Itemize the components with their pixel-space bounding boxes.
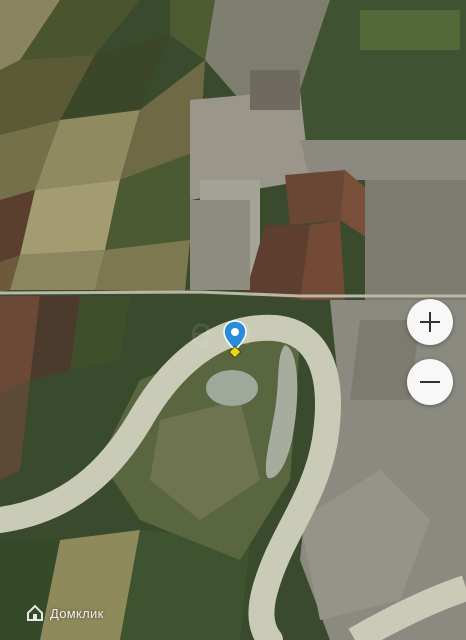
house-logo-icon — [27, 604, 43, 621]
lake-west — [206, 370, 258, 406]
minus-icon — [420, 381, 440, 383]
zoom-out-button[interactable] — [407, 359, 453, 405]
location-pin[interactable] — [221, 320, 249, 359]
brand-name: Домклик — [50, 605, 104, 621]
map-pin-icon — [223, 320, 247, 359]
satellite-map[interactable]: e ы Домклик — [0, 0, 466, 640]
zoom-in-button[interactable] — [407, 299, 453, 345]
plus-icon — [420, 312, 440, 332]
brand-watermark: Домклик — [26, 604, 104, 622]
